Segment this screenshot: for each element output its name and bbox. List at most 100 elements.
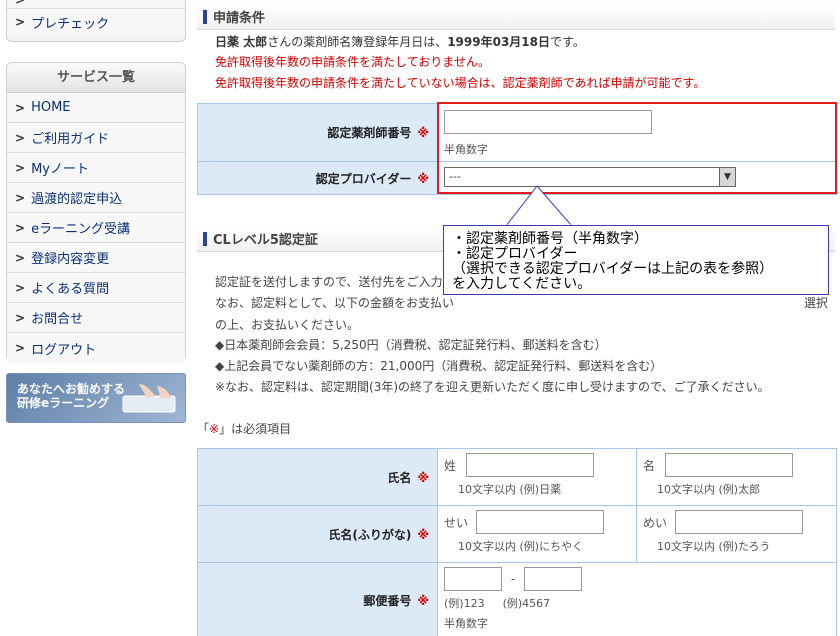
- required-note-mark: ※: [209, 422, 220, 436]
- mei-kana-cell: めい 10文字以内 (例)たろう: [636, 505, 837, 563]
- user-name: 日薬 太郎: [215, 35, 268, 49]
- sidebar-item-elearning[interactable]: > eラーニング受講: [7, 213, 185, 243]
- required-mark: ※: [417, 527, 429, 542]
- warning-text-2: 免許取得後年数の申請条件を満たしていない場合は、認定薬剤師であれば申請が可能です…: [215, 76, 706, 90]
- sei-kana-input[interactable]: [476, 510, 604, 534]
- cert-number-cell: 半角数字: [437, 103, 837, 162]
- cl5-text-2b: 選択: [804, 296, 829, 310]
- sei-label: 姓: [444, 458, 457, 473]
- zip-input-1[interactable]: [444, 567, 502, 591]
- cert-number-hint: 半角数字: [444, 143, 488, 156]
- zip-hint-examples: (例)123 (例)4567: [444, 595, 830, 611]
- sei-kana-cell: せい 10文字以内 (例)にちやく: [437, 505, 637, 563]
- sei-cell: 姓 10文字以内 (例)日薬: [437, 448, 637, 506]
- sidebar-title: サービス一覧: [7, 63, 185, 93]
- conditions-heading: 申請条件: [197, 4, 835, 30]
- cl5-text-2a: なお、認定料として、以下の金額をお支払い: [215, 296, 455, 310]
- name-label: 氏名: [387, 470, 412, 485]
- sidebar-item-label: Myノート: [31, 162, 89, 177]
- chevron-right-icon: >: [15, 280, 26, 295]
- tooltip-pointer: [504, 185, 574, 227]
- input-tooltip: ・認定薬剤師番号（半角数字） ・認定プロバイダー （選択できる認定プロバイダーは…: [443, 225, 829, 295]
- fee-member: ◆日本薬剤師会会員：5,250円（消費税、認定証発行料、郵送料を含む）: [215, 338, 607, 352]
- chevron-right-icon: >: [15, 0, 25, 7]
- provider-select-value: ---: [449, 170, 461, 183]
- cert-number-input[interactable]: [444, 110, 652, 134]
- sidebar-item-label: ご利用ガイド: [31, 132, 110, 147]
- sidebar-item-guide[interactable]: > ご利用ガイド: [7, 123, 185, 153]
- chevron-right-icon: >: [15, 341, 26, 355]
- cert-number-label-cell: 認定薬剤師番号 ※: [197, 103, 438, 162]
- sei-input[interactable]: [466, 453, 594, 477]
- required-note-text: 」は必須項目: [219, 422, 292, 436]
- chevron-right-icon: >: [15, 15, 26, 29]
- cl5-text-1: 認定証を送付しますので、送付先をご入力: [215, 275, 443, 289]
- sidebar-item-profile-edit[interactable]: > 登録内容変更: [7, 243, 185, 273]
- sidebar-item-contact[interactable]: > お問合せ: [7, 303, 185, 333]
- cl5-heading-text: CLレベル5認定証: [213, 233, 318, 248]
- sidebar-item-label: ログアウト: [31, 342, 97, 358]
- service-list-sidebar: サービス一覧 > HOME > ご利用ガイド > Myノート > 過渡的認定申込 > eラ…: [6, 62, 186, 363]
- date-sentence-end: です。: [550, 35, 585, 49]
- fee-note: ※なお、認定料は、認定期間(3年)の終了を迎え更新いただく度に申し受けますので、…: [215, 380, 770, 394]
- required-mark: ※: [417, 594, 429, 608]
- zip-hint-1: (例)123: [444, 597, 485, 610]
- mei-kana-label: めい: [643, 515, 668, 530]
- heading-bar: [203, 9, 207, 24]
- provider-cell: --- ▼: [437, 161, 837, 195]
- sei-kana-hint: 10文字以内 (例)にちやく: [458, 540, 584, 553]
- required-note: 「※」は必須項目: [197, 420, 291, 437]
- required-mark: ※: [417, 126, 429, 140]
- sidebar-item-transitional[interactable]: > 過渡的認定申込: [7, 183, 185, 213]
- elearning-banner[interactable]: あなたへお勧めする 研修eラーニング: [6, 373, 186, 423]
- sidebar-top: > > プレチェック: [6, 0, 186, 42]
- chevron-down-icon[interactable]: ▼: [719, 168, 735, 186]
- conditions-heading-text: 申請条件: [213, 11, 266, 26]
- tooltip-line-1: ・認定薬剤師番号（半角数字）: [452, 231, 648, 247]
- sei-hint: 10文字以内 (例)日薬: [458, 483, 562, 496]
- cl5-text-3: の上、お支払いください。: [215, 318, 360, 332]
- sidebar-item-label: よくある質問: [31, 282, 110, 297]
- chevron-right-icon: >: [15, 160, 26, 175]
- sidebar-item-logout[interactable]: > ログアウト: [7, 333, 185, 363]
- tooltip-line-4: を入力してください。: [452, 276, 592, 292]
- sidebar-item-label: eラーニング受講: [31, 222, 131, 237]
- mei-input[interactable]: [665, 453, 793, 477]
- chevron-right-icon: >: [15, 130, 26, 145]
- registration-date: 1999年03月18日: [447, 35, 551, 49]
- provider-label-cell: 認定プロバイダー ※: [197, 161, 438, 195]
- mei-cell: 名 10文字以内 (例)太郎: [636, 448, 837, 506]
- mei-hint: 10文字以内 (例)太郎: [657, 483, 761, 496]
- heading-bar: [203, 231, 207, 246]
- name-label-cell: 氏名 ※: [197, 448, 438, 506]
- tooltip-line-2: ・認定プロバイダー: [452, 246, 578, 262]
- zip-label: 郵便番号: [363, 594, 412, 608]
- required-note-open: 「: [197, 422, 210, 436]
- mei-kana-hint: 10文字以内 (例)たろう: [657, 540, 771, 553]
- registration-date-text: 日薬 太郎さんの薬剤師名簿登録年月日は、1999年03月18日です。: [215, 33, 585, 50]
- required-mark: ※: [417, 470, 429, 485]
- zip-hint-3: 半角数字: [444, 617, 488, 630]
- sidebar-item-label: 過渡的認定申込: [31, 192, 123, 207]
- sidebar-item-mynote[interactable]: > Myノート: [7, 153, 185, 183]
- provider-label: 認定プロバイダー: [315, 171, 412, 186]
- required-mark: ※: [417, 171, 429, 186]
- cert-number-label: 認定薬剤師番号: [327, 126, 412, 140]
- provider-select[interactable]: --- ▼: [444, 167, 736, 187]
- mei-kana-input[interactable]: [675, 510, 803, 534]
- zip-separator: -: [511, 572, 516, 586]
- tooltip-line-3: （選択できる認定プロバイダーは上記の表を参照）: [452, 261, 774, 277]
- kana-label: 氏名(ふりがな): [328, 527, 412, 542]
- sidebar-item-partial[interactable]: >: [7, 0, 185, 9]
- chevron-right-icon: >: [15, 250, 26, 265]
- zip-input-2[interactable]: [524, 567, 583, 591]
- sei-kana-label: せい: [444, 515, 469, 530]
- chevron-right-icon: >: [15, 310, 26, 325]
- mei-label: 名: [643, 458, 656, 473]
- sidebar-item-precheck[interactable]: > プレチェック: [7, 9, 185, 35]
- sidebar-item-label: プレチェック: [31, 16, 110, 32]
- keyboard-icon: [122, 384, 176, 413]
- sidebar-item-label: HOME: [31, 100, 71, 115]
- sidebar-item-faq[interactable]: > よくある質問: [7, 273, 185, 303]
- sidebar-item-home[interactable]: > HOME: [7, 93, 185, 123]
